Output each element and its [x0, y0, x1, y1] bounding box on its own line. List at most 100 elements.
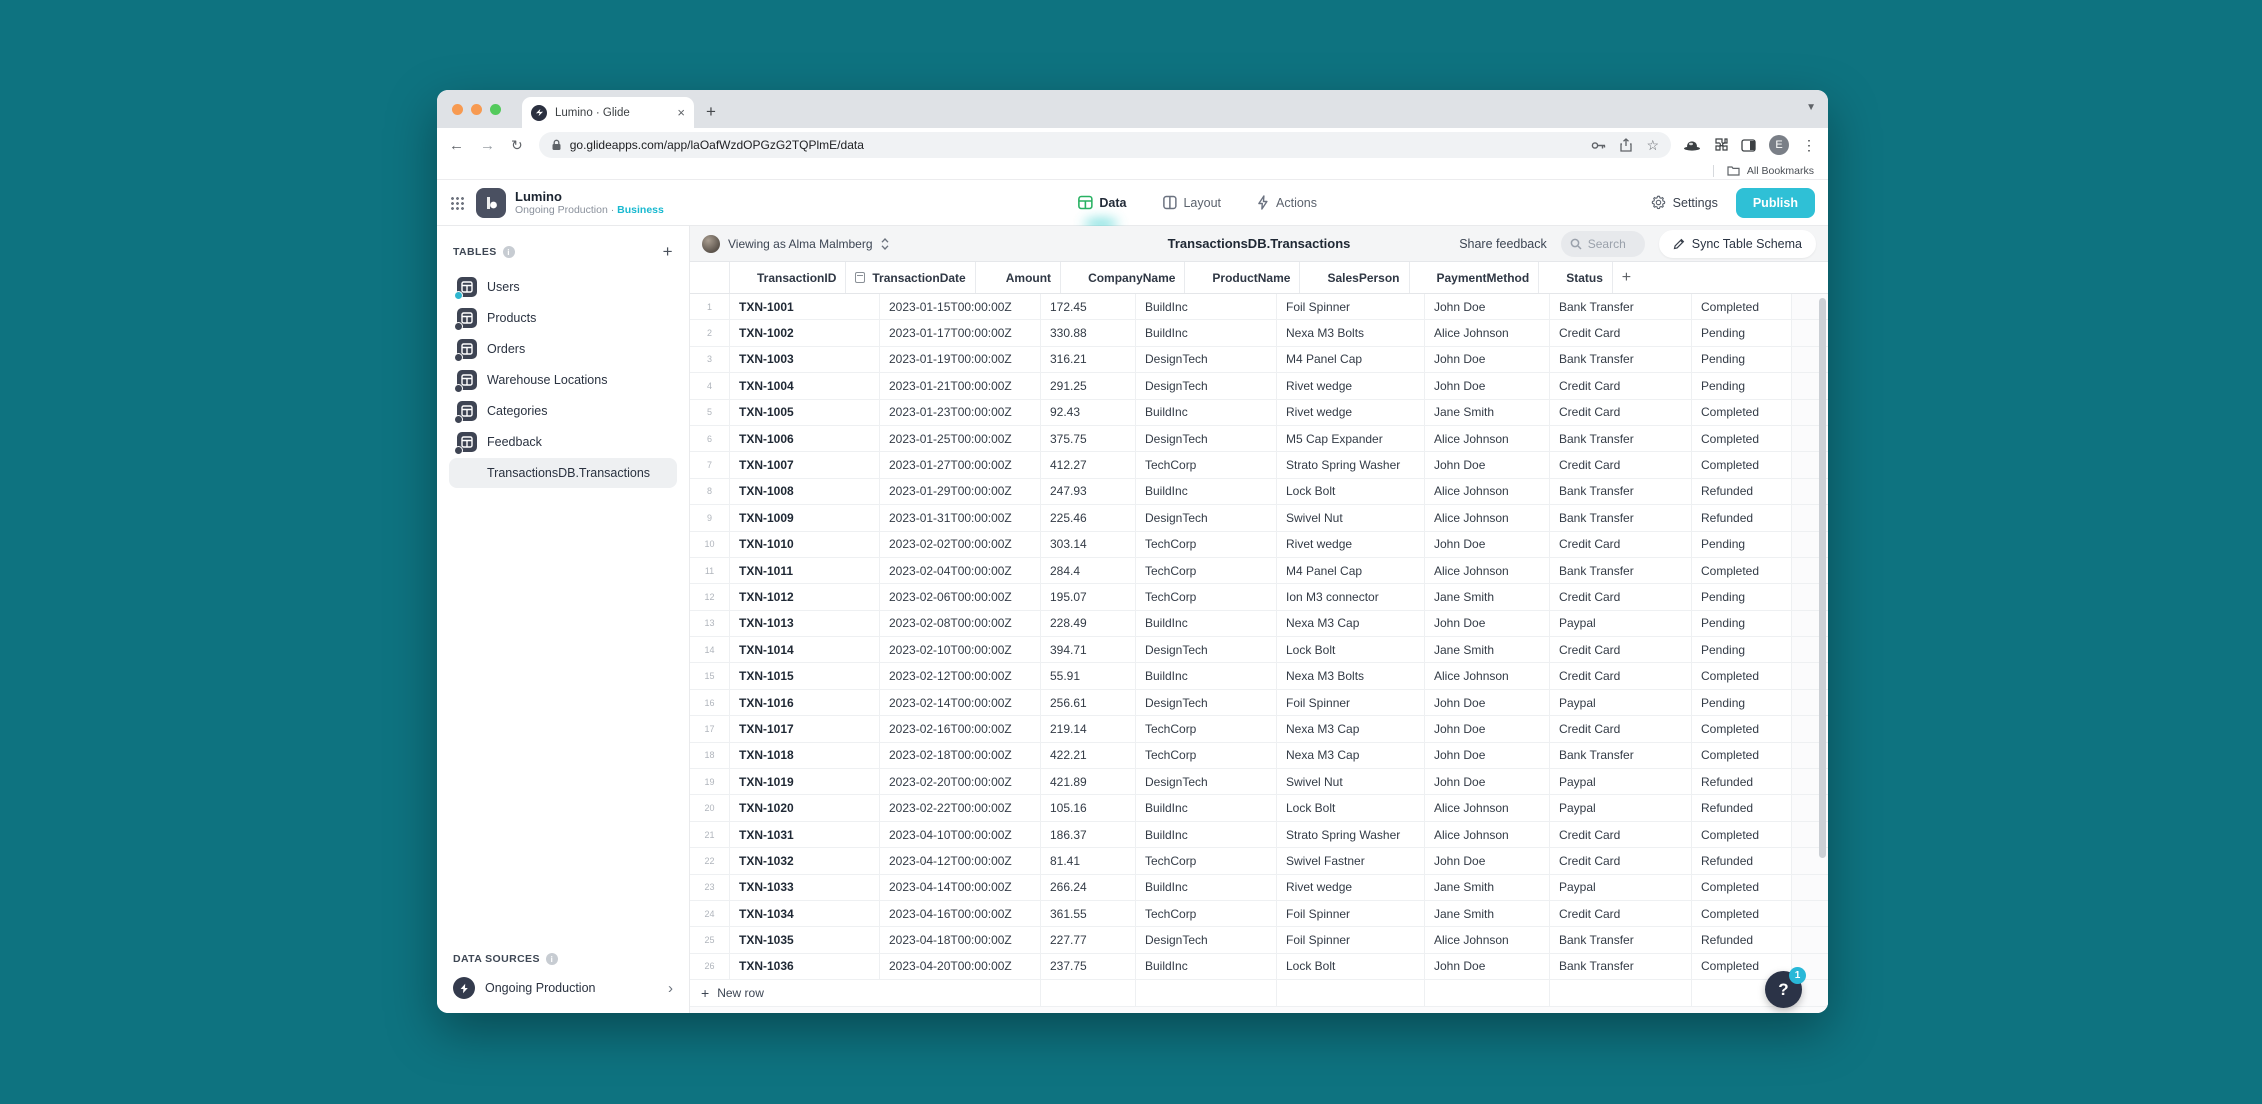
cell-transaction-id[interactable]: TXN-1005: [730, 399, 880, 425]
cell-company-name[interactable]: DesignTech: [1136, 373, 1277, 399]
help-button[interactable]: ? 1: [1765, 967, 1806, 1008]
cell-transaction-date[interactable]: 2023-02-04T00:00:00Z: [880, 557, 1041, 584]
sidebar-table-item[interactable]: Feedback: [449, 427, 677, 457]
cell-amount[interactable]: 303.14: [1041, 531, 1136, 557]
data-sources-info-icon[interactable]: i: [545, 953, 558, 965]
cell-payment-method[interactable]: Credit Card: [1550, 716, 1692, 742]
bookmark-star-icon[interactable]: ☆: [1646, 137, 1659, 154]
cell-product-name[interactable]: Foil Spinner: [1277, 900, 1425, 927]
cell-product-name[interactable]: Ion M3 connector: [1277, 584, 1425, 610]
cell-sales-person[interactable]: John Doe: [1425, 373, 1550, 399]
cell-company-name[interactable]: BuildInc: [1136, 821, 1277, 848]
cell-company-name[interactable]: TechCorp: [1136, 742, 1277, 769]
cell-amount[interactable]: 412.27: [1041, 452, 1136, 478]
cell-status[interactable]: Pending: [1692, 689, 1792, 716]
cell-transaction-date[interactable]: 2023-04-10T00:00:00Z: [880, 821, 1041, 848]
nav-tab[interactable]: Layout: [1162, 180, 1221, 225]
cell-amount[interactable]: 266.24: [1041, 874, 1136, 900]
cell-amount[interactable]: 195.07: [1041, 584, 1136, 610]
cell-status[interactable]: Refunded: [1692, 505, 1792, 531]
cell-payment-method[interactable]: Paypal: [1550, 610, 1692, 637]
cell-status[interactable]: Refunded: [1692, 848, 1792, 874]
cell-transaction-id[interactable]: TXN-1017: [730, 716, 880, 742]
cell-amount[interactable]: 421.89: [1041, 769, 1136, 795]
lumino-logo-icon[interactable]: [476, 187, 506, 218]
cell-transaction-date[interactable]: 2023-01-19T00:00:00Z: [880, 346, 1041, 373]
cell-company-name[interactable]: TechCorp: [1136, 452, 1277, 478]
viewing-as-selector[interactable]: Viewing as Alma Malmberg: [702, 234, 889, 253]
cell-payment-method[interactable]: Paypal: [1550, 769, 1692, 795]
cell-transaction-id[interactable]: TXN-1034: [730, 900, 880, 927]
cell-status[interactable]: Pending: [1692, 531, 1792, 557]
sidebar-table-item[interactable]: Categories: [449, 396, 677, 426]
cell-transaction-date[interactable]: 2023-01-31T00:00:00Z: [880, 505, 1041, 531]
cell-status[interactable]: Completed: [1692, 874, 1792, 900]
cell-transaction-id[interactable]: TXN-1010: [730, 531, 880, 557]
cell-amount[interactable]: 422.21: [1041, 742, 1136, 769]
cell-amount[interactable]: 172.45: [1041, 294, 1136, 320]
cell-product-name[interactable]: Nexa M3 Bolts: [1277, 320, 1425, 346]
cell-sales-person[interactable]: John Doe: [1425, 689, 1550, 716]
cell-sales-person[interactable]: Alice Johnson: [1425, 795, 1550, 821]
cell-payment-method[interactable]: Credit Card: [1550, 821, 1692, 848]
cell-payment-method[interactable]: Bank Transfer: [1550, 294, 1692, 320]
cell-payment-method[interactable]: Credit Card: [1550, 373, 1692, 399]
cell-transaction-id[interactable]: TXN-1033: [730, 874, 880, 900]
cell-sales-person[interactable]: Alice Johnson: [1425, 478, 1550, 505]
cell-transaction-id[interactable]: TXN-1001: [730, 294, 880, 320]
cell-status[interactable]: Completed: [1692, 399, 1792, 425]
cell-transaction-id[interactable]: TXN-1015: [730, 663, 880, 689]
cell-amount[interactable]: 237.75: [1041, 953, 1136, 980]
cell-payment-method[interactable]: Bank Transfer: [1550, 478, 1692, 505]
cell-company-name[interactable]: TechCorp: [1136, 716, 1277, 742]
cell-product-name[interactable]: M4 Panel Cap: [1277, 346, 1425, 373]
cell-company-name[interactable]: BuildInc: [1136, 294, 1277, 320]
browser-menu-icon[interactable]: ⋮: [1802, 137, 1816, 154]
cell-transaction-id[interactable]: TXN-1011: [730, 557, 880, 584]
cell-product-name[interactable]: Strato Spring Washer: [1277, 821, 1425, 848]
cell-company-name[interactable]: DesignTech: [1136, 637, 1277, 663]
cell-sales-person[interactable]: John Doe: [1425, 716, 1550, 742]
cell-transaction-date[interactable]: 2023-02-12T00:00:00Z: [880, 663, 1041, 689]
cell-sales-person[interactable]: John Doe: [1425, 848, 1550, 874]
cell-company-name[interactable]: DesignTech: [1136, 689, 1277, 716]
cell-transaction-id[interactable]: TXN-1007: [730, 452, 880, 478]
password-key-icon[interactable]: [1591, 141, 1606, 150]
cell-transaction-date[interactable]: 2023-01-17T00:00:00Z: [880, 320, 1041, 346]
cell-sales-person[interactable]: John Doe: [1425, 452, 1550, 478]
app-grid-icon[interactable]: [450, 195, 464, 210]
cell-product-name[interactable]: Foil Spinner: [1277, 294, 1425, 320]
cell-payment-method[interactable]: Credit Card: [1550, 452, 1692, 478]
cell-sales-person[interactable]: John Doe: [1425, 953, 1550, 980]
cell-sales-person[interactable]: John Doe: [1425, 610, 1550, 637]
cell-payment-method[interactable]: Bank Transfer: [1550, 927, 1692, 953]
cell-amount[interactable]: 105.16: [1041, 795, 1136, 821]
cell-product-name[interactable]: M5 Cap Expander: [1277, 425, 1425, 452]
cell-status[interactable]: Completed: [1692, 716, 1792, 742]
cell-product-name[interactable]: Nexa M3 Bolts: [1277, 663, 1425, 689]
cell-product-name[interactable]: Rivet wedge: [1277, 399, 1425, 425]
new-tab-button[interactable]: +: [706, 102, 716, 122]
cell-transaction-id[interactable]: TXN-1003: [730, 346, 880, 373]
column-header[interactable]: PaymentMethod: [1410, 262, 1540, 293]
cell-transaction-date[interactable]: 2023-04-12T00:00:00Z: [880, 848, 1041, 874]
column-header[interactable]: SalesPerson: [1300, 262, 1410, 293]
cell-company-name[interactable]: TechCorp: [1136, 848, 1277, 874]
cell-transaction-date[interactable]: 2023-01-25T00:00:00Z: [880, 425, 1041, 452]
vertical-scrollbar[interactable]: [1819, 298, 1826, 858]
cell-payment-method[interactable]: Bank Transfer: [1550, 953, 1692, 980]
cell-payment-method[interactable]: Paypal: [1550, 689, 1692, 716]
cell-payment-method[interactable]: Bank Transfer: [1550, 505, 1692, 531]
cell-product-name[interactable]: Lock Bolt: [1277, 478, 1425, 505]
cell-transaction-date[interactable]: 2023-04-18T00:00:00Z: [880, 927, 1041, 953]
cell-payment-method[interactable]: Credit Card: [1550, 848, 1692, 874]
cell-amount[interactable]: 316.21: [1041, 346, 1136, 373]
new-row[interactable]: + New row: [690, 980, 1828, 1008]
cell-transaction-id[interactable]: TXN-1018: [730, 742, 880, 769]
cell-company-name[interactable]: DesignTech: [1136, 346, 1277, 373]
back-icon[interactable]: ←: [449, 137, 464, 154]
address-bar[interactable]: go.glideapps.com/app/laOafWzdOPGzG2TQPlm…: [538, 132, 1671, 158]
cell-sales-person[interactable]: Alice Johnson: [1425, 821, 1550, 848]
cell-payment-method[interactable]: Bank Transfer: [1550, 346, 1692, 373]
cell-product-name[interactable]: Lock Bolt: [1277, 953, 1425, 980]
